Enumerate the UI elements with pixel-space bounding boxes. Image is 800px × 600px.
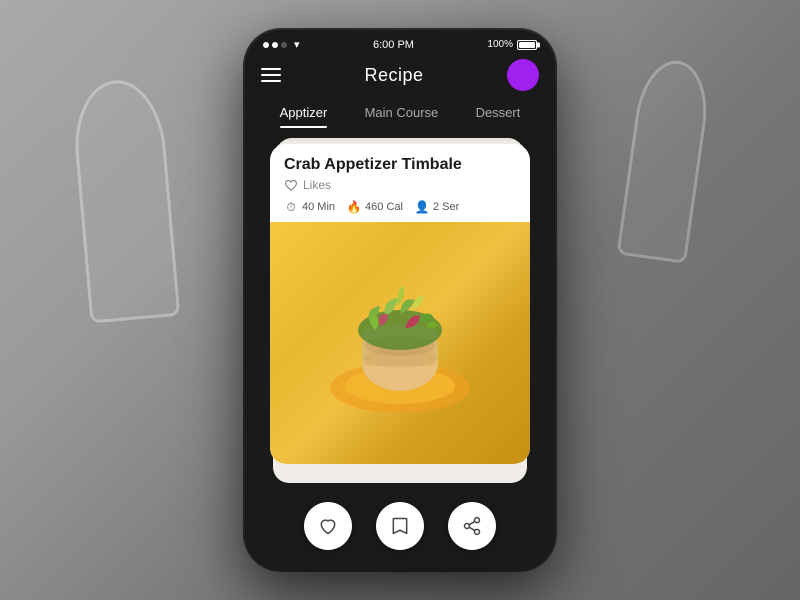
recipe-card[interactable]: Crab Appetizer Timbale Likes ⏱ 40 Min xyxy=(270,144,530,464)
fire-icon: 🔥 xyxy=(347,200,361,214)
card-meta: ⏱ 40 Min 🔥 460 Cal 👤 2 Ser xyxy=(284,200,516,214)
clock-icon: ⏱ xyxy=(284,200,298,214)
tabs: Apptizer Main Course Dessert xyxy=(245,99,555,128)
card-stack: Crab Appetizer Timbale Likes ⏱ 40 Min xyxy=(270,144,530,486)
heart-action-icon xyxy=(318,516,338,536)
time-value: 40 Min xyxy=(302,201,335,213)
tab-apptizer[interactable]: Apptizer xyxy=(280,105,328,128)
header: Recipe xyxy=(245,55,555,99)
signal-area: ▾ xyxy=(263,38,300,51)
time-meta: ⏱ 40 Min xyxy=(284,200,335,214)
battery-area: 100% xyxy=(487,39,537,50)
signal-dot-1 xyxy=(263,42,269,48)
bookmark-button[interactable] xyxy=(376,502,424,550)
avatar[interactable] xyxy=(507,59,539,91)
signal-dot-2 xyxy=(272,42,278,48)
share-action-icon xyxy=(462,516,482,536)
status-bar: ▾ 6:00 PM 100% xyxy=(245,30,555,55)
status-time: 6:00 PM xyxy=(373,39,414,51)
bookmark-action-icon xyxy=(390,516,410,536)
likes-area: Likes xyxy=(284,178,516,192)
food-image xyxy=(270,222,530,464)
people-icon: 👤 xyxy=(415,200,429,214)
heart-icon xyxy=(284,178,298,192)
recipe-title: Crab Appetizer Timbale xyxy=(284,156,516,174)
menu-line-3 xyxy=(261,80,281,82)
signal-dot-3 xyxy=(281,42,287,48)
tab-dessert[interactable]: Dessert xyxy=(476,105,521,128)
menu-line-2 xyxy=(261,74,281,76)
like-button[interactable] xyxy=(304,502,352,550)
tab-main-course[interactable]: Main Course xyxy=(365,105,439,128)
battery-bar xyxy=(517,40,537,50)
card-info: Crab Appetizer Timbale Likes ⏱ 40 Min xyxy=(270,144,530,222)
battery-fill xyxy=(519,42,535,48)
content-area: Crab Appetizer Timbale Likes ⏱ 40 Min xyxy=(245,128,555,486)
action-buttons xyxy=(245,486,555,570)
calories-meta: 🔥 460 Cal xyxy=(347,200,403,214)
header-title: Recipe xyxy=(364,65,423,86)
share-button[interactable] xyxy=(448,502,496,550)
servings-meta: 👤 2 Ser xyxy=(415,200,459,214)
likes-label: Likes xyxy=(303,178,331,192)
battery-percent: 100% xyxy=(487,39,513,50)
menu-button[interactable] xyxy=(261,68,281,82)
menu-line-1 xyxy=(261,68,281,70)
food-illustration xyxy=(310,258,490,428)
servings-value: 2 Ser xyxy=(433,201,459,213)
calories-value: 460 Cal xyxy=(365,201,403,213)
wifi-icon: ▾ xyxy=(294,38,300,51)
phone-frame: ▾ 6:00 PM 100% Recipe Apptizer Main Cour… xyxy=(245,30,555,570)
